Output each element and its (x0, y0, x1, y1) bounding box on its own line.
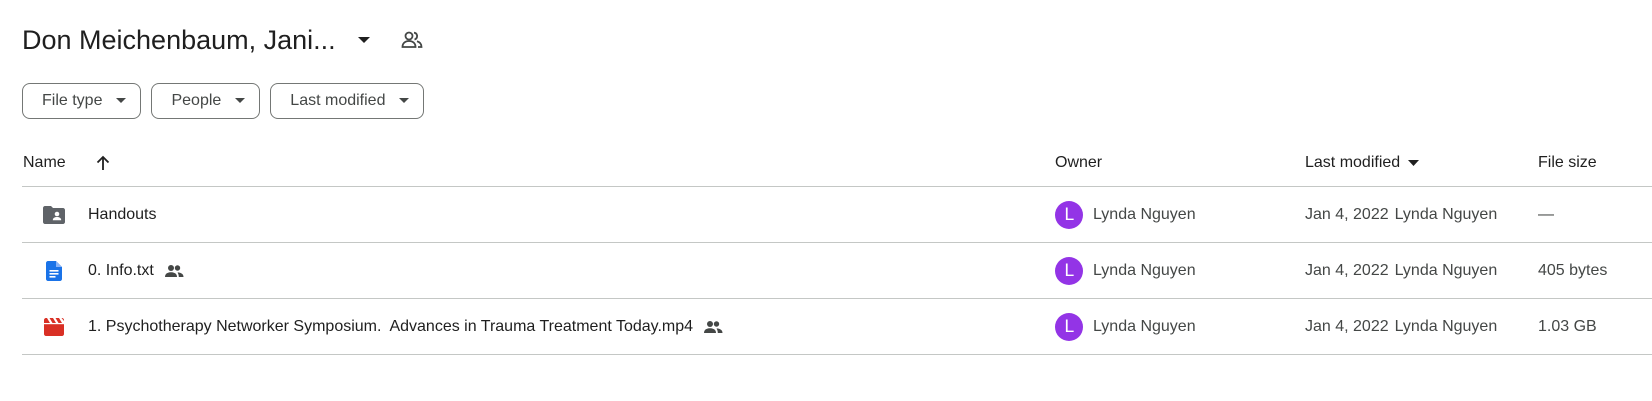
avatar: L (1055, 200, 1083, 229)
arrow-drop-down-icon (1408, 160, 1420, 166)
last-modified-cell: Jan 4, 2022 Lynda Nguyen (1305, 187, 1497, 242)
column-header-owner[interactable]: Owner (1055, 140, 1102, 186)
google-docs-icon (42, 243, 66, 298)
file-name[interactable]: 1. Psychotherapy Networker Symposium. Ad… (88, 299, 723, 354)
shared-folder-icon (42, 187, 66, 242)
arrow-drop-down-icon (235, 98, 246, 104)
folder-title[interactable]: Don Meichenbaum, Jani... (22, 25, 336, 56)
file-name-text: 1. Psychotherapy Networker Symposium. Ad… (88, 317, 694, 335)
file-size-cell: — (1538, 205, 1554, 223)
shared-people-icon[interactable] (398, 26, 426, 54)
owner-cell: L Lynda Nguyen (1055, 187, 1196, 242)
modified-date: Jan 4, 2022 (1305, 205, 1389, 223)
file-type-filter[interactable]: File type (22, 83, 142, 119)
owner-cell: L Lynda Nguyen (1055, 299, 1196, 354)
last-modified-filter[interactable]: Last modified (270, 83, 425, 119)
file-name[interactable]: Handouts (88, 187, 157, 242)
table-row[interactable]: 1. Psychotherapy Networker Symposium. Ad… (22, 299, 1652, 355)
arrow-drop-down-icon (116, 98, 127, 104)
column-header-last-modified[interactable]: Last modified (1305, 140, 1420, 186)
arrow-drop-down-icon (399, 98, 410, 104)
column-header-last-modified-label: Last modified (1305, 154, 1401, 171)
last-modified-cell: Jan 4, 2022 Lynda Nguyen (1305, 299, 1497, 354)
modified-by: Lynda Nguyen (1394, 205, 1498, 223)
owner-cell: L Lynda Nguyen (1055, 243, 1196, 298)
file-name[interactable]: 0. Info.txt (88, 243, 184, 298)
last-modified-cell: Jan 4, 2022 Lynda Nguyen (1305, 243, 1497, 298)
video-file-icon (42, 299, 66, 354)
shared-people-icon (164, 264, 184, 278)
folder-title-bar: Don Meichenbaum, Jani... (22, 20, 426, 60)
drive-folder-view: Don Meichenbaum, Jani... File type Peopl… (0, 0, 1652, 401)
arrow-drop-down-icon[interactable] (350, 26, 378, 54)
file-type-filter-label: File type (42, 92, 103, 109)
avatar: L (1055, 256, 1083, 285)
owner-name: Lynda Nguyen (1093, 205, 1196, 223)
owner-name: Lynda Nguyen (1093, 317, 1196, 335)
file-list-table: Name Owner Last modified File size Hando… (22, 140, 1652, 355)
table-row[interactable]: Handouts L Lynda Nguyen Jan 4, 2022 Lynd… (22, 187, 1652, 243)
shared-people-icon (703, 320, 723, 334)
table-row[interactable]: 0. Info.txt L Lynda Nguyen Jan 4, 2022 L… (22, 243, 1652, 299)
arrow-upward-icon[interactable] (94, 140, 112, 186)
avatar: L (1055, 312, 1083, 341)
modified-by: Lynda Nguyen (1394, 317, 1498, 335)
file-size-cell: 1.03 GB (1538, 317, 1597, 335)
column-header-name[interactable]: Name (23, 140, 66, 186)
modified-date: Jan 4, 2022 (1305, 317, 1389, 335)
column-header-file-size[interactable]: File size (1538, 140, 1597, 186)
last-modified-filter-label: Last modified (290, 92, 386, 109)
people-filter-label: People (171, 92, 222, 109)
owner-name: Lynda Nguyen (1093, 261, 1196, 279)
table-header: Name Owner Last modified File size (22, 140, 1652, 187)
filter-chips: File type People Last modified (22, 83, 425, 119)
people-filter[interactable]: People (151, 83, 261, 119)
modified-by: Lynda Nguyen (1394, 261, 1498, 279)
file-name-text: Handouts (88, 205, 157, 223)
file-size-cell: 405 bytes (1538, 261, 1608, 279)
file-name-text: 0. Info.txt (88, 261, 154, 279)
modified-date: Jan 4, 2022 (1305, 261, 1389, 279)
